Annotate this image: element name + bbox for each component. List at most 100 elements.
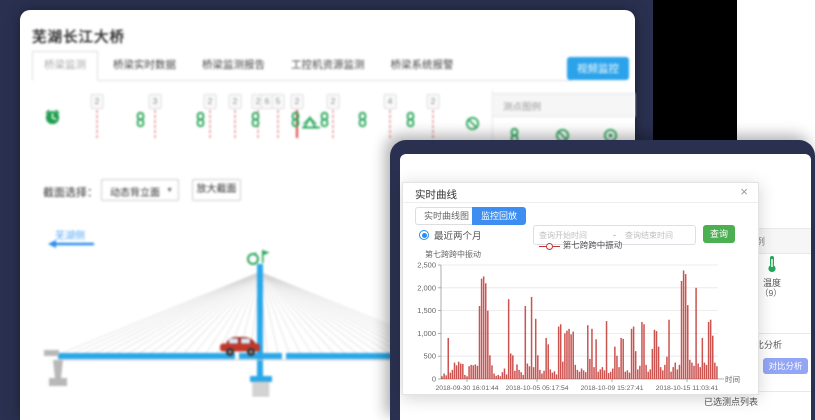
bar — [645, 365, 647, 379]
bar — [597, 372, 599, 379]
bar — [585, 372, 587, 379]
sensor-drop-line — [97, 110, 98, 138]
svg-text:2018-10-05 05:17:54: 2018-10-05 05:17:54 — [505, 385, 568, 392]
bar — [612, 369, 614, 379]
bar — [570, 334, 572, 379]
svg-text:2018-10-09 15:27:41: 2018-10-09 15:27:41 — [580, 385, 643, 392]
sensor-count-badge: 2 — [91, 94, 104, 109]
bar — [510, 353, 512, 379]
bar — [679, 365, 681, 379]
bar — [677, 369, 679, 379]
tab-bridge-system-alarm[interactable]: 桥梁系统报警 — [391, 52, 454, 80]
legend-panel-title: 测点图例 — [503, 99, 541, 113]
bar — [564, 333, 566, 379]
bar — [477, 366, 479, 379]
bar — [514, 371, 516, 379]
svg-text:1,500: 1,500 — [417, 306, 436, 315]
bar — [700, 367, 702, 379]
bar — [706, 365, 708, 379]
bar — [650, 369, 652, 379]
tab-monitor-playback[interactable]: 监控回放 — [472, 207, 526, 225]
bar — [456, 365, 458, 379]
sensor-count-badge: 4 — [384, 94, 397, 109]
bar — [481, 279, 483, 379]
link-icon[interactable] — [133, 112, 148, 127]
bar — [483, 276, 485, 379]
bar — [466, 376, 468, 379]
sensor-drop-line — [433, 110, 434, 138]
bar — [525, 306, 527, 379]
bar — [500, 376, 502, 379]
bar — [714, 363, 716, 379]
sensor-drop-line — [333, 110, 334, 138]
compare-analysis-button[interactable]: 对比分析 — [763, 358, 808, 374]
bar — [614, 347, 616, 379]
bar — [445, 375, 447, 379]
tab-realtime-curve[interactable]: 实时曲线图 — [415, 207, 478, 225]
bar — [687, 305, 689, 379]
bar — [458, 362, 460, 379]
selected-points-list-label: 已选测点列表 — [704, 395, 758, 408]
realtime-curve-dialog: 实时曲线 × 实时曲线图 监控回放 最近两个月 查询开始时间 - 查询结束时间 … — [402, 182, 759, 395]
tab-ipc-resource-monitoring[interactable]: 工控机资源监测 — [291, 52, 365, 80]
bar — [506, 374, 508, 379]
bar — [537, 355, 539, 379]
bar — [704, 363, 706, 379]
bar — [652, 349, 654, 379]
sensor-count-badge: 2 — [204, 94, 217, 109]
bar — [670, 372, 672, 379]
bar — [547, 344, 549, 379]
close-icon[interactable]: × — [740, 185, 748, 199]
bar — [443, 374, 445, 379]
bar — [493, 374, 495, 379]
bar — [522, 375, 524, 379]
dialog-title: 实时曲线 — [415, 187, 457, 202]
bar — [620, 338, 622, 379]
link-icon[interactable] — [193, 112, 208, 127]
temperature-icon[interactable] — [766, 255, 778, 273]
bell-icon[interactable] — [44, 108, 61, 125]
tab-bridge-monitoring[interactable]: 桥梁监测 — [32, 51, 98, 81]
tab-bridge-report[interactable]: 桥梁监测报告 — [202, 52, 265, 80]
video-monitor-button[interactable]: 视频监控 — [567, 57, 629, 80]
bar — [566, 331, 568, 379]
bar — [491, 365, 493, 379]
bar — [637, 369, 639, 379]
bar — [622, 339, 624, 379]
bar — [658, 347, 660, 379]
bar — [450, 373, 452, 379]
bar — [475, 364, 477, 379]
bar — [610, 372, 612, 379]
front-window-frame: 测点图例 温度 （9） 对比分析 对比分析 已选测点列表 实时曲线 × 实时曲线… — [390, 140, 815, 420]
bar — [695, 288, 697, 379]
bar — [641, 322, 643, 379]
bar — [685, 274, 687, 379]
bar — [504, 369, 506, 379]
bar — [672, 367, 674, 379]
sensor-drop-line — [278, 110, 279, 138]
block-icon[interactable] — [465, 116, 480, 131]
svg-text:第七跨跨中振动: 第七跨跨中振动 — [425, 249, 481, 259]
bar — [554, 371, 556, 379]
tab-bridge-realtime-data[interactable]: 桥梁实时数据 — [113, 52, 176, 80]
bar — [575, 365, 577, 379]
enlarge-section-button[interactable]: 放大截面 — [192, 179, 241, 201]
bar — [568, 329, 570, 379]
link-icon[interactable] — [317, 112, 332, 127]
sensor-count-badge: 2 — [427, 94, 440, 109]
bar — [631, 329, 633, 379]
bar — [600, 369, 602, 379]
bar — [545, 338, 547, 379]
link-icon[interactable] — [355, 112, 370, 127]
temperature-count: （9） — [760, 287, 782, 299]
svg-text:500: 500 — [423, 352, 436, 361]
section-dropdown[interactable]: 动态背立面 ▼ — [101, 179, 179, 201]
bar — [583, 370, 585, 379]
bar — [627, 370, 629, 379]
bar — [462, 364, 464, 379]
link-icon[interactable] — [248, 112, 263, 127]
bar — [487, 311, 489, 379]
link-icon[interactable] — [403, 112, 418, 127]
bar — [691, 363, 693, 379]
bar — [647, 372, 649, 379]
